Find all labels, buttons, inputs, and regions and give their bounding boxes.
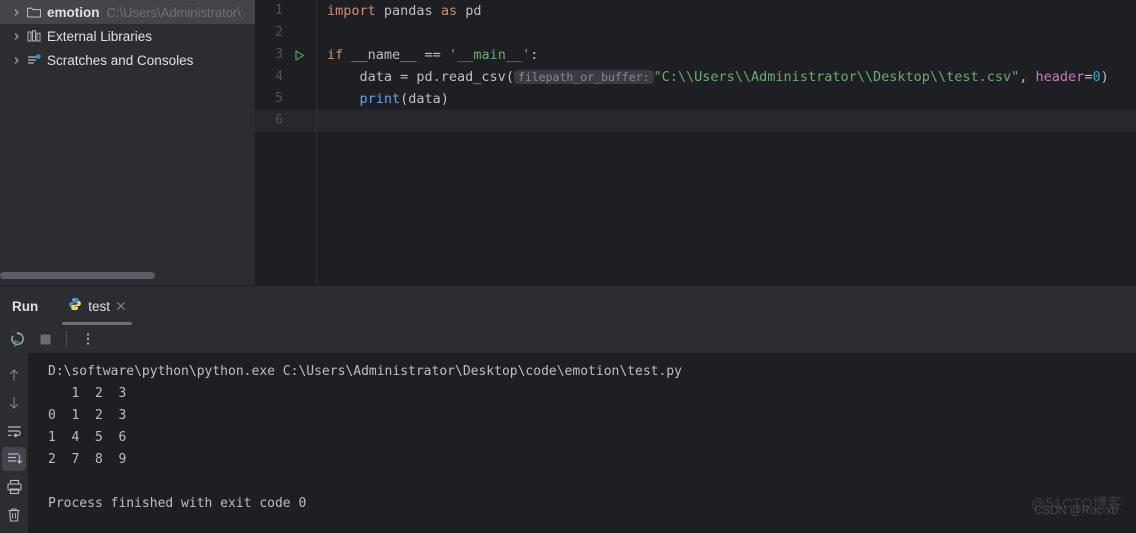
token-string: '__main__' [448,47,531,63]
pycharm-window: emotion C:\Users\Administrator\ External… [0,0,1136,533]
trash-icon[interactable] [2,503,26,527]
editor-gutter[interactable]: 1 2 3 4 5 6 [255,0,317,285]
token-module: pandas [375,3,441,19]
run-toolbar [0,325,1136,353]
token-args: (data) [400,91,449,107]
gutter-line: 1 [255,0,317,22]
tree-item-label: Scratches and Consoles [47,52,194,68]
token-colon: : [530,47,539,63]
tree-item-emotion[interactable]: emotion C:\Users\Administrator\ [0,0,255,24]
line-number: 5 [275,91,283,106]
token-string: "C:\\Users\\Administrator\\Desktop\\test… [653,69,1020,85]
run-line-icon[interactable] [285,49,311,62]
tree-horizontal-scrollbar[interactable] [0,272,255,279]
console-line: Process finished with exit code 0 [48,496,307,511]
console-line: D:\software\python\python.exe C:\Users\A… [48,364,682,379]
tree-item-path: C:\Users\Administrator\ [106,4,241,20]
code-line-3: if __name__ == '__main__': [327,44,1136,66]
tree-item-external-libraries[interactable]: External Libraries [0,24,255,48]
token-keyword: as [440,3,458,19]
line-number: 3 [275,47,283,62]
console-side-toolbar [0,353,28,533]
console-line: 2 7 8 9 [48,452,127,467]
tab-test[interactable]: test [60,288,134,325]
editor-text-area[interactable]: import pandas as pd if __name__ == '__ma… [317,0,1136,285]
console-line: 0 1 2 3 [48,408,127,423]
code-line-4: data = pd.read_csv(filepath_or_buffer: "C… [327,66,1136,88]
console-output[interactable]: D:\software\python\python.exe C:\Users\A… [28,353,1136,533]
folder-icon [24,6,44,18]
chevron-right-icon[interactable] [8,8,24,17]
library-icon [24,30,44,42]
more-options-button[interactable] [75,327,101,351]
scroll-up-button[interactable] [2,363,26,387]
line-number: 1 [275,3,283,18]
run-panel-body: D:\software\python\python.exe C:\Users\A… [0,353,1136,533]
tree-item-scratches-and-consoles[interactable]: Scratches and Consoles [0,48,255,72]
tree-item-label: emotion [47,4,100,20]
token-alias: pd [457,3,482,19]
token-function: print [359,91,401,107]
line-number: 6 [275,113,283,128]
gutter-line: 5 [255,88,317,110]
chevron-right-icon[interactable] [8,56,24,65]
code-line-5: print(data) [327,88,1136,110]
gutter-line: 2 [255,22,317,44]
tree-item-label: External Libraries [47,28,153,44]
tab-label: test [88,299,111,314]
toolbar-separator [66,331,67,347]
token-call: data = pd.read_csv( [359,69,514,85]
chevron-right-icon[interactable] [8,32,24,41]
python-icon [68,297,82,316]
code-line-1: import pandas as pd [327,0,1136,22]
print-button[interactable] [2,475,26,499]
gutter-line: 4 [255,66,317,88]
soft-wrap-button[interactable] [2,419,26,443]
scroll-to-end-button[interactable] [2,447,26,471]
token-keyword: import [327,3,376,19]
token-expr: __name__ == [343,47,449,63]
close-icon[interactable] [116,300,126,313]
console-line: 1 4 5 6 [48,430,127,445]
run-tool-window: Run test D:\software\python\python.exe C… [0,288,1136,533]
tab-active-underline [62,322,133,325]
scratches-icon [24,54,44,66]
code-editor[interactable]: 1 2 3 4 5 6 import pandas as pd if __nam… [255,0,1136,285]
token-named-arg: header [1035,69,1085,85]
top-area: emotion C:\Users\Administrator\ External… [0,0,1136,285]
line-number: 2 [275,25,283,40]
inline-parameter-hint[interactable]: filepath_or_buffer: [513,70,654,84]
scroll-down-button[interactable] [2,391,26,415]
token-keyword: if [327,47,344,63]
rerun-button[interactable] [4,327,30,351]
token-paren: ) [1100,69,1109,85]
gutter-line: 3 [255,44,317,66]
project-tree-panel: emotion C:\Users\Administrator\ External… [0,0,255,285]
token-number: 0 [1092,69,1101,85]
run-panel-header: Run test [0,288,1136,325]
gutter-line: 6 [255,110,317,132]
line-number: 4 [275,69,283,84]
scrollbar-thumb[interactable] [0,272,155,279]
console-line: 1 2 3 [48,386,127,401]
stop-button[interactable] [32,327,58,351]
token-comma: , [1019,69,1036,85]
code-line-6 [317,110,1136,132]
run-panel-title: Run [12,299,39,314]
